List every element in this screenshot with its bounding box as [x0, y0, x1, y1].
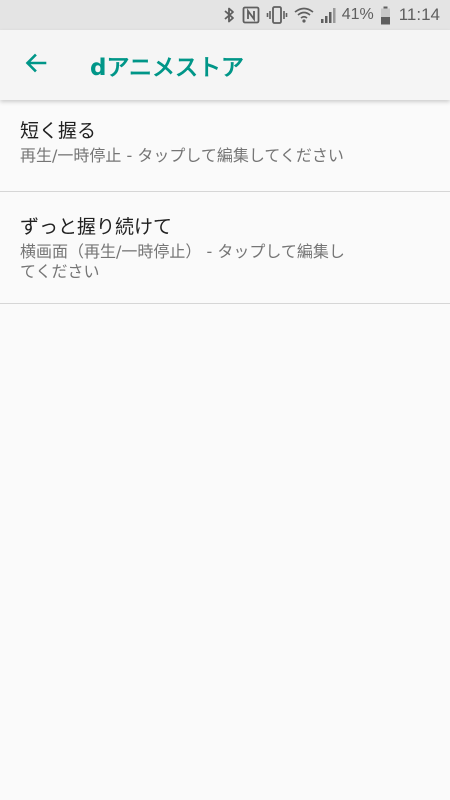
clock: 11:14 [398, 5, 440, 24]
status-bar: 41% 11:14 [0, 0, 450, 30]
cell-signal-icon [320, 0, 338, 30]
arrow-left-icon [24, 51, 48, 79]
settings-list: 短く握る 再生/一時停止 - タップして編集してください ずっと握り続けて 横画… [0, 100, 450, 304]
bluetooth-icon [222, 0, 236, 30]
wifi-icon [294, 0, 314, 30]
setting-item-long-squeeze[interactable]: ずっと握り続けて 横画面（再生/一時停止） - タップして編集してください [0, 192, 450, 304]
page-title: dアニメストア [90, 55, 245, 81]
setting-summary: 再生/一時停止 - タップして編集してください [20, 146, 344, 165]
setting-title: 短く握る [20, 120, 97, 142]
battery-icon [380, 0, 391, 30]
back-button[interactable] [8, 37, 64, 93]
battery-percent: 41% [341, 6, 374, 23]
setting-summary: 横画面（再生/一時停止） - タップして編集してください [20, 242, 345, 281]
setting-title: ずっと握り続けて [20, 216, 173, 238]
app-bar: dアニメストア [0, 30, 450, 100]
nfc-icon [242, 0, 260, 30]
setting-item-short-squeeze[interactable]: 短く握る 再生/一時停止 - タップして編集してください [0, 100, 450, 192]
vibrate-icon [266, 0, 288, 30]
